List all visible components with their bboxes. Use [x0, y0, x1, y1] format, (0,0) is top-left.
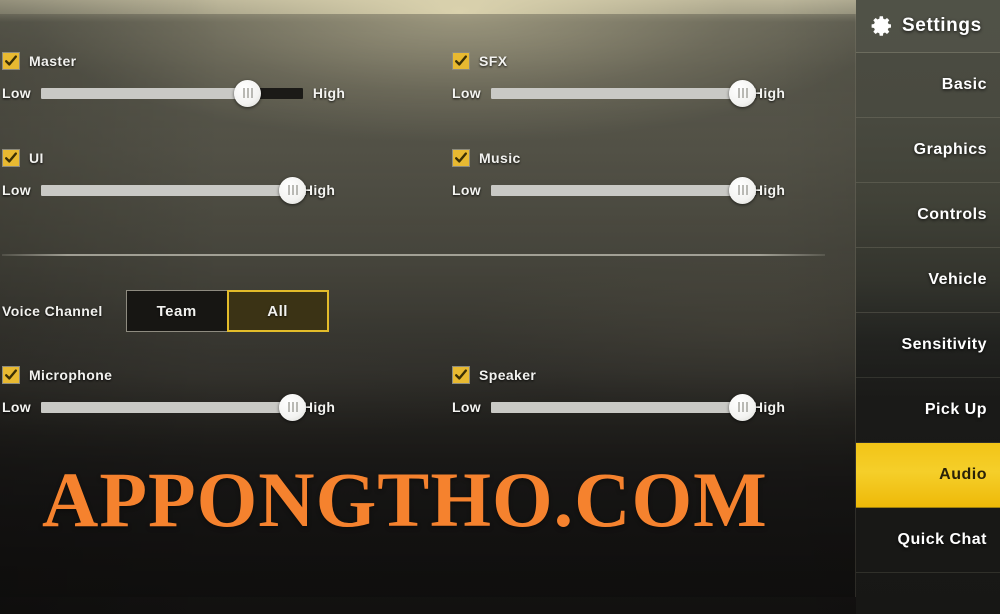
- voice-channel-segmented-control: Team All: [125, 290, 329, 332]
- ui-checkbox[interactable]: [2, 149, 20, 167]
- sidebar-tab-sensitivity[interactable]: Sensitivity: [856, 313, 1000, 378]
- speaker-slider-fill: [490, 401, 743, 413]
- sidebar-tab-pickup-label: Pick Up: [924, 401, 987, 418]
- music-label: Music: [479, 150, 521, 166]
- sidebar-tab-quickchat[interactable]: Quick Chat: [856, 508, 1000, 573]
- speaker-slider-knob[interactable]: [729, 393, 757, 421]
- sidebar-tab-basic[interactable]: Basic: [856, 53, 1000, 118]
- master-slider-max-label: High: [312, 85, 346, 101]
- setting-master: Master Low High: [2, 52, 402, 107]
- setting-sfx: SFX Low High: [452, 52, 852, 107]
- settings-header: Settings: [856, 0, 1000, 53]
- voice-channel-option-all[interactable]: All: [226, 290, 329, 332]
- microphone-label: Microphone: [29, 367, 113, 383]
- sidebar-tab-graphics-label: Graphics: [913, 141, 987, 158]
- master-label: Master: [29, 53, 77, 69]
- ui-label: UI: [29, 150, 44, 166]
- master-option-header: Master: [2, 52, 402, 70]
- ui-option-header: UI: [2, 149, 402, 167]
- master-slider-min-label: Low: [2, 85, 31, 101]
- music-slider-fill: [490, 184, 743, 196]
- sfx-option-header: SFX: [452, 52, 852, 70]
- master-checkbox[interactable]: [2, 52, 20, 70]
- sfx-label: SFX: [479, 53, 508, 69]
- setting-speaker: Speaker Low High: [452, 366, 852, 421]
- sfx-slider-track[interactable]: [490, 79, 757, 107]
- watermark-text: APPONGTHO.COM: [42, 456, 768, 543]
- ui-slider-fill: [40, 184, 293, 196]
- sidebar-tab-pickup[interactable]: Pick Up: [856, 378, 1000, 443]
- game-settings-screen: Master Low High SFX Low High UI Low High…: [0, 0, 1000, 614]
- master-slider-fill: [40, 87, 248, 99]
- voice-channel-team-label: Team: [156, 302, 197, 320]
- ui-slider-max-label: High: [302, 182, 336, 198]
- checkmark-icon: [455, 369, 467, 380]
- music-checkbox[interactable]: [452, 149, 470, 167]
- sfx-checkbox[interactable]: [452, 52, 470, 70]
- checkmark-icon: [455, 152, 467, 163]
- sidebar-tab-vehicle[interactable]: Vehicle: [856, 248, 1000, 313]
- checkmark-icon: [5, 152, 17, 163]
- speaker-checkbox[interactable]: [452, 366, 470, 384]
- section-divider: [2, 254, 825, 256]
- sidebar-tab-basic-label: Basic: [941, 76, 987, 93]
- microphone-slider-row: Low High: [2, 393, 402, 421]
- speaker-option-header: Speaker: [452, 366, 852, 384]
- microphone-slider-knob[interactable]: [279, 393, 307, 421]
- music-slider-max-label: High: [752, 182, 786, 198]
- sidebar-tab-vehicle-label: Vehicle: [928, 271, 987, 288]
- sidebar-tab-controls-label: Controls: [917, 206, 987, 223]
- master-slider-track[interactable]: [40, 79, 303, 107]
- sfx-slider-max-label: High: [752, 85, 786, 101]
- microphone-slider-track[interactable]: [40, 393, 307, 421]
- sfx-slider-knob[interactable]: [729, 79, 757, 107]
- music-slider-min-label: Low: [452, 182, 481, 198]
- sfx-slider-row: Low High: [452, 79, 852, 107]
- sidebar-tab-sensitivity-label: Sensitivity: [901, 336, 987, 353]
- speaker-slider-row: Low High: [452, 393, 852, 421]
- microphone-slider-fill: [40, 401, 293, 413]
- sidebar-tab-quickchat-label: Quick Chat: [897, 531, 987, 548]
- speaker-label: Speaker: [479, 367, 537, 383]
- music-slider-track[interactable]: [490, 176, 757, 204]
- microphone-slider-min-label: Low: [2, 399, 31, 415]
- music-slider-knob[interactable]: [729, 176, 757, 204]
- sidebar-tab-controls[interactable]: Controls: [856, 183, 1000, 248]
- ui-slider-knob[interactable]: [279, 176, 307, 204]
- microphone-checkbox[interactable]: [2, 366, 20, 384]
- microphone-option-header: Microphone: [2, 366, 402, 384]
- settings-title: Settings: [902, 15, 982, 36]
- setting-microphone: Microphone Low High: [2, 366, 402, 421]
- music-slider-row: Low High: [452, 176, 852, 204]
- microphone-slider-max-label: High: [302, 399, 336, 415]
- speaker-slider-min-label: Low: [452, 399, 481, 415]
- master-slider-knob[interactable]: [234, 79, 262, 107]
- speaker-slider-track[interactable]: [490, 393, 757, 421]
- setting-ui: UI Low High: [2, 149, 402, 204]
- ui-slider-row: Low High: [2, 176, 402, 204]
- checkmark-icon: [5, 55, 17, 66]
- speaker-slider-max-label: High: [752, 399, 786, 415]
- setting-music: Music Low High: [452, 149, 852, 204]
- sidebar-tab-audio[interactable]: Audio: [856, 443, 1000, 508]
- sidebar-tab-audio-label: Audio: [939, 466, 987, 483]
- master-slider-row: Low High: [2, 79, 402, 107]
- voice-channel-label: Voice Channel: [2, 303, 103, 319]
- sfx-slider-fill: [490, 87, 743, 99]
- ui-slider-min-label: Low: [2, 182, 31, 198]
- checkmark-icon: [455, 55, 467, 66]
- sfx-slider-min-label: Low: [452, 85, 481, 101]
- music-option-header: Music: [452, 149, 852, 167]
- gear-icon: [871, 16, 891, 36]
- voice-channel-all-label: All: [267, 302, 288, 320]
- voice-channel-option-team[interactable]: Team: [125, 290, 228, 332]
- ui-slider-track[interactable]: [40, 176, 307, 204]
- sidebar-tab-partial[interactable]: [856, 573, 1000, 614]
- checkmark-icon: [5, 369, 17, 380]
- settings-sidebar: Settings Basic Graphics Controls Vehicle…: [856, 0, 1000, 614]
- sidebar-tab-graphics[interactable]: Graphics: [856, 118, 1000, 183]
- voice-channel-row: Voice Channel Team All: [2, 290, 329, 332]
